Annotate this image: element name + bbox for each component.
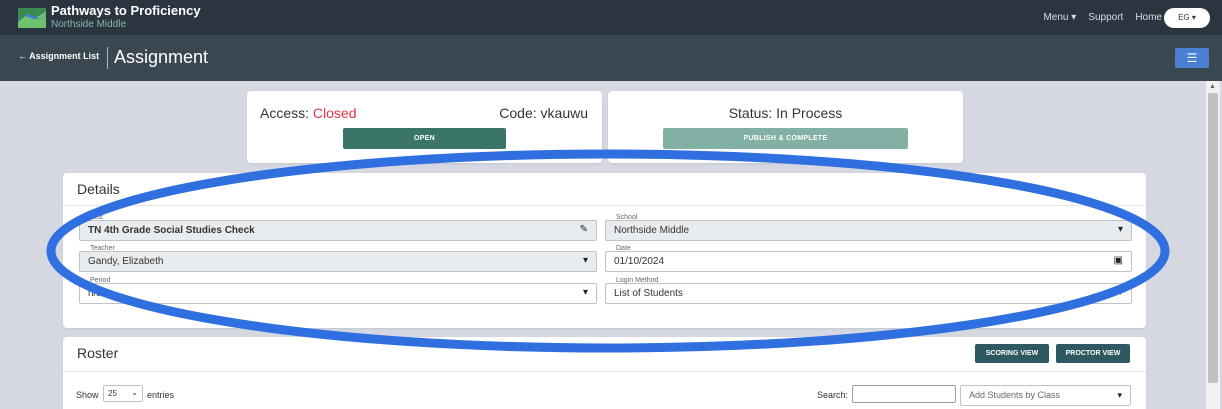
status-card: Status: In Process PUBLISH & COMPLETE [608, 91, 963, 163]
show-label: Show [76, 390, 99, 400]
home-link[interactable]: Home [1135, 12, 1162, 23]
back-to-assignment-list-link[interactable]: ← Assignment List [18, 51, 99, 61]
login-method-label: Login Method [614, 277, 661, 284]
hamburger-menu-button[interactable]: ☰ [1175, 48, 1209, 68]
page-scrollbar[interactable]: ▲ [1206, 81, 1220, 409]
header-divider [107, 47, 108, 69]
logo-icon[interactable] [18, 8, 46, 28]
school-value: Northside Middle [614, 225, 690, 236]
teacher-select[interactable]: Teacher Gandy, Elizabeth ▾ [79, 245, 597, 272]
calendar-icon[interactable]: ▣ [1114, 255, 1123, 266]
publish-complete-button[interactable]: PUBLISH & COMPLETE [663, 128, 908, 149]
school-select[interactable]: School Northside Middle ▾ [605, 214, 1132, 241]
search-label: Search: [817, 390, 849, 400]
school-label: School [614, 214, 640, 221]
support-link[interactable]: Support [1088, 12, 1123, 23]
scroll-up-icon[interactable]: ▲ [1209, 83, 1216, 90]
period-label: Period [88, 277, 113, 284]
caret-down-icon: ▾ [582, 287, 588, 298]
caret-down-icon: ▾ [1117, 224, 1123, 235]
test-label: Test [88, 214, 105, 221]
page-title: Assignment [114, 47, 209, 67]
test-field[interactable]: Test TN 4th Grade Social Studies Check ✎ [79, 214, 597, 241]
divider [63, 371, 1146, 372]
access-code: Code: vkauwu [499, 105, 588, 121]
access-value: Closed [312, 105, 357, 121]
date-input[interactable]: Date 01/10/2024 ▣ [605, 245, 1132, 272]
access-status: Access: Closed [260, 105, 357, 121]
scoring-view-button[interactable]: SCORING VIEW [975, 344, 1049, 363]
proctor-view-button[interactable]: PROCTOR VIEW [1056, 344, 1130, 363]
test-value: TN 4th Grade Social Studies Check [88, 225, 255, 236]
top-nav: Menu ▾ Support Home [1043, 12, 1162, 23]
date-value: 01/10/2024 [614, 256, 665, 267]
brand-title[interactable]: Pathways to Proficiency [51, 3, 201, 18]
roster-title: Roster [77, 345, 119, 361]
user-menu-button[interactable]: EG ▾ [1164, 8, 1210, 28]
period-value: n/a [88, 288, 102, 299]
open-button[interactable]: OPEN [343, 128, 506, 149]
menu-dropdown[interactable]: Menu ▾ [1043, 12, 1076, 23]
search-input[interactable] [852, 385, 956, 403]
caret-down-icon: ▾ [1117, 390, 1122, 400]
entries-label: entries [147, 390, 175, 400]
details-card: Details Test TN 4th Grade Social Studies… [63, 173, 1146, 328]
entries-select[interactable]: 25 ⌄ [103, 385, 143, 402]
status-label: Status: In Process [728, 105, 843, 121]
login-method-select[interactable]: Login Method List of Students ▾ [605, 277, 1132, 304]
login-method-value: List of Students [614, 288, 683, 299]
access-card: Access: Closed Code: vkauwu OPEN [247, 91, 602, 163]
teacher-value: Gandy, Elizabeth [88, 256, 164, 267]
add-students-by-class-select[interactable]: Add Students by Class ▾ [960, 385, 1131, 406]
brand-subtitle: Northside Middle [51, 19, 127, 30]
date-label: Date [614, 245, 633, 252]
scroll-thumb[interactable] [1208, 93, 1218, 383]
teacher-label: Teacher [88, 245, 117, 252]
caret-down-icon: ▾ [1117, 287, 1123, 298]
details-title: Details [77, 181, 120, 197]
edit-icon[interactable]: ✎ [580, 224, 588, 235]
divider [63, 205, 1146, 206]
caret-down-icon: ▾ [582, 255, 588, 266]
period-select[interactable]: Period n/a ▾ [79, 277, 597, 304]
roster-card: Roster SCORING VIEW PROCTOR VIEW Show 25… [63, 337, 1146, 409]
